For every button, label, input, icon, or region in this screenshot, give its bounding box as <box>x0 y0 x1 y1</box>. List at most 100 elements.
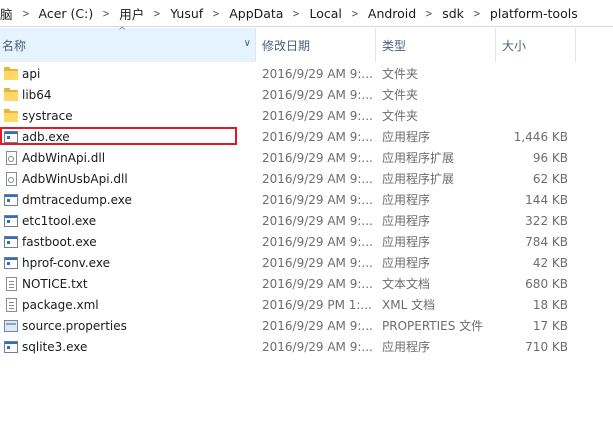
file-row[interactable]: dmtracedump.exe 2016/9/29 AM 9:... 应用程序 144… <box>0 190 580 211</box>
file-icon-cell <box>4 169 20 190</box>
file-size: 17 KB <box>532 319 568 333</box>
sort-ascending-icon: ^ <box>118 26 127 37</box>
file-icon-cell <box>4 148 20 169</box>
chevron-down-icon[interactable]: ∨ <box>244 38 251 49</box>
file-size: 96 KB <box>532 151 568 165</box>
chevron-right-icon[interactable]: > <box>349 7 360 20</box>
text-document-icon <box>6 277 17 291</box>
chevron-right-icon[interactable]: > <box>471 7 482 20</box>
file-name[interactable]: AdbWinApi.dll <box>22 148 256 169</box>
breadcrumb-item-android[interactable]: Android <box>362 6 422 21</box>
file-row[interactable]: api 2016/9/29 AM 9:... 文件夹 <box>0 64 580 85</box>
file-type: 应用程序 <box>382 235 431 249</box>
file-name[interactable]: lib64 <box>22 85 256 106</box>
file-row[interactable]: hprof-conv.exe 2016/9/29 AM 9:... 应用程序 42 K… <box>0 253 580 274</box>
breadcrumb-item-computer[interactable]: 脑 <box>0 4 19 23</box>
chevron-right-icon[interactable]: > <box>20 7 31 20</box>
chevron-right-icon[interactable]: > <box>291 7 302 20</box>
file-size: 710 KB <box>525 340 568 354</box>
file-type: 应用程序 <box>382 340 431 354</box>
file-row[interactable]: etc1tool.exe 2016/9/29 AM 9:... 应用程序 322 KB <box>0 211 580 232</box>
file-row[interactable]: fastboot.exe 2016/9/29 AM 9:... 应用程序 784 KB <box>0 232 580 253</box>
dll-icon <box>6 172 17 186</box>
file-date: 2016/9/29 AM 9:... <box>262 340 373 354</box>
file-name[interactable]: package.xml <box>22 295 256 316</box>
file-type: 文本文档 <box>382 277 431 291</box>
exe-icon <box>4 131 18 143</box>
file-icon-cell <box>4 253 20 274</box>
file-name[interactable]: fastboot.exe <box>22 232 256 253</box>
column-header-size[interactable]: 大小 <box>496 28 576 62</box>
file-name[interactable]: dmtracedump.exe <box>22 190 256 211</box>
file-row[interactable]: AdbWinApi.dll 2016/9/29 AM 9:... 应用程序扩展 96 … <box>0 148 580 169</box>
folder-icon <box>4 109 19 123</box>
file-icon-cell <box>4 295 20 316</box>
chevron-right-icon[interactable]: > <box>211 7 222 20</box>
breadcrumb-item-users[interactable]: 用户 <box>113 4 150 23</box>
exe-icon <box>4 194 18 206</box>
column-header-name-label: 名称 <box>2 38 27 53</box>
file-name[interactable]: NOTICE.txt <box>22 274 256 295</box>
file-date: 2016/9/29 AM 9:... <box>262 193 373 207</box>
breadcrumb-item-local[interactable]: Local <box>303 6 347 21</box>
file-size: 784 KB <box>525 235 568 249</box>
file-date: 2016/9/29 AM 9:... <box>262 235 373 249</box>
file-size <box>496 64 568 85</box>
breadcrumb-item-drive[interactable]: Acer (C:) <box>33 6 100 21</box>
file-name[interactable]: hprof-conv.exe <box>22 253 256 274</box>
properties-file-icon <box>4 320 18 332</box>
file-explorer-window: 脑 > Acer (C:) > 用户 > Yusuf > AppData > L… <box>0 0 613 441</box>
file-icon-cell <box>4 274 20 295</box>
breadcrumb: 脑 > Acer (C:) > 用户 > Yusuf > AppData > L… <box>0 0 584 26</box>
breadcrumb-item-appdata[interactable]: AppData <box>223 6 289 21</box>
file-row[interactable]: source.properties 2016/9/29 AM 9:... PROPE… <box>0 316 580 337</box>
file-row[interactable]: NOTICE.txt 2016/9/29 AM 9:... 文本文档 680 KB <box>0 274 580 295</box>
file-name[interactable]: systrace <box>22 106 256 127</box>
chevron-right-icon[interactable]: > <box>101 7 112 20</box>
file-icon-cell <box>4 190 20 211</box>
file-size: 322 KB <box>525 214 568 228</box>
file-name[interactable]: sqlite3.exe <box>22 337 256 358</box>
breadcrumb-item-sdk[interactable]: sdk <box>436 6 470 21</box>
file-row[interactable]: package.xml 2016/9/29 PM 1:... XML 文档 18 KB <box>0 295 580 316</box>
file-row[interactable]: sqlite3.exe 2016/9/29 AM 9:... 应用程序 710 KB <box>0 337 580 358</box>
file-size: 1,446 KB <box>513 130 568 144</box>
file-row[interactable]: systrace 2016/9/29 AM 9:... 文件夹 <box>0 106 580 127</box>
chevron-right-icon[interactable]: > <box>424 7 435 20</box>
file-name[interactable]: adb.exe <box>22 127 256 148</box>
file-icon-cell <box>4 211 20 232</box>
file-row[interactable]: adb.exe 2016/9/29 AM 9:... 应用程序 1,446 KB <box>0 127 580 148</box>
file-type: 应用程序 <box>382 193 431 207</box>
file-size: 144 KB <box>525 193 568 207</box>
file-name[interactable]: source.properties <box>22 316 256 337</box>
breadcrumb-item-user[interactable]: Yusuf <box>164 6 209 21</box>
file-type: 文件夹 <box>382 88 419 102</box>
chevron-right-icon[interactable]: > <box>152 7 163 20</box>
file-name[interactable]: api <box>22 64 256 85</box>
column-header-name[interactable]: 名称 ^ ∨ <box>0 26 256 62</box>
folder-icon <box>4 88 19 102</box>
column-header-type[interactable]: 类型 <box>376 28 496 62</box>
xml-document-icon <box>6 298 17 312</box>
file-type: 应用程序扩展 <box>382 172 455 186</box>
file-size <box>496 106 568 127</box>
file-date: 2016/9/29 AM 9:... <box>262 151 373 165</box>
file-date: 2016/9/29 AM 9:... <box>262 130 373 144</box>
breadcrumb-item-platform-tools[interactable]: platform-tools <box>484 6 584 21</box>
address-bar[interactable]: 脑 > Acer (C:) > 用户 > Yusuf > AppData > L… <box>0 0 613 27</box>
file-size: 18 KB <box>532 298 568 312</box>
file-date: 2016/9/29 AM 9:... <box>262 109 373 123</box>
file-type: PROPERTIES 文件 <box>382 319 484 333</box>
file-row[interactable]: lib64 2016/9/29 AM 9:... 文件夹 <box>0 85 580 106</box>
file-date: 2016/9/29 AM 9:... <box>262 214 373 228</box>
file-name[interactable]: etc1tool.exe <box>22 211 256 232</box>
file-icon-cell <box>4 106 20 127</box>
file-type: 应用程序 <box>382 130 431 144</box>
file-row[interactable]: AdbWinUsbApi.dll 2016/9/29 AM 9:... 应用程序扩展… <box>0 169 580 190</box>
folder-icon <box>4 67 19 81</box>
column-header-date[interactable]: 修改日期 <box>256 28 376 62</box>
file-name[interactable]: AdbWinUsbApi.dll <box>22 169 256 190</box>
exe-icon <box>4 215 18 227</box>
file-type: 应用程序 <box>382 214 431 228</box>
file-type: 应用程序 <box>382 256 431 270</box>
